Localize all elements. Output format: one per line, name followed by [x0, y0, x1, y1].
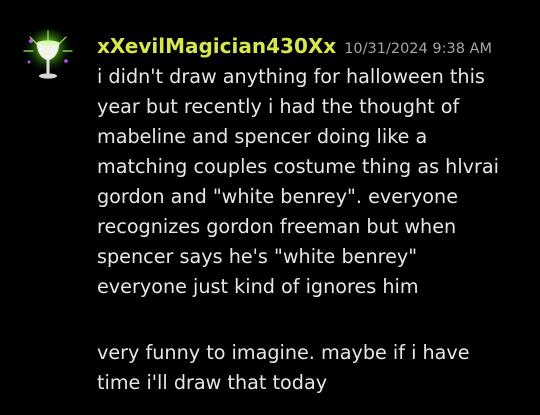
message-line: recognizes gordon freeman but when: [97, 215, 457, 238]
message-header: xXevilMagician430Xx 10/31/2024 9:38 AM: [97, 32, 492, 63]
message-line: very funny to imagine. maybe if i have: [97, 341, 470, 364]
message-line: i didn't draw anything for halloween thi…: [97, 65, 485, 88]
message-line: time i'll draw that today: [97, 371, 328, 394]
message-line: matching couples costume thing as hlvrai: [97, 155, 500, 178]
message-line: year but recently i had the thought of: [97, 95, 460, 118]
message-line: mabeline and spencer doing like a: [97, 125, 428, 148]
username[interactable]: xXevilMagician430Xx: [97, 34, 336, 58]
message-paragraph: very funny to imagine. maybe if i have t…: [97, 338, 537, 398]
message-line: everyone just kind of ignores him: [97, 275, 419, 298]
timestamp: 10/31/2024 9:38 AM: [344, 41, 492, 57]
goblet-sparkle-icon: [17, 27, 79, 89]
message-line: spencer says he's "white benrey": [97, 245, 418, 268]
user-avatar[interactable]: [17, 27, 79, 89]
message-paragraph: i didn't draw anything for halloween thi…: [97, 62, 537, 302]
chat-message: xXevilMagician430Xx 10/31/2024 9:38 AM i …: [0, 0, 540, 415]
message-line: gordon and "white benrey". everyone: [97, 185, 458, 208]
